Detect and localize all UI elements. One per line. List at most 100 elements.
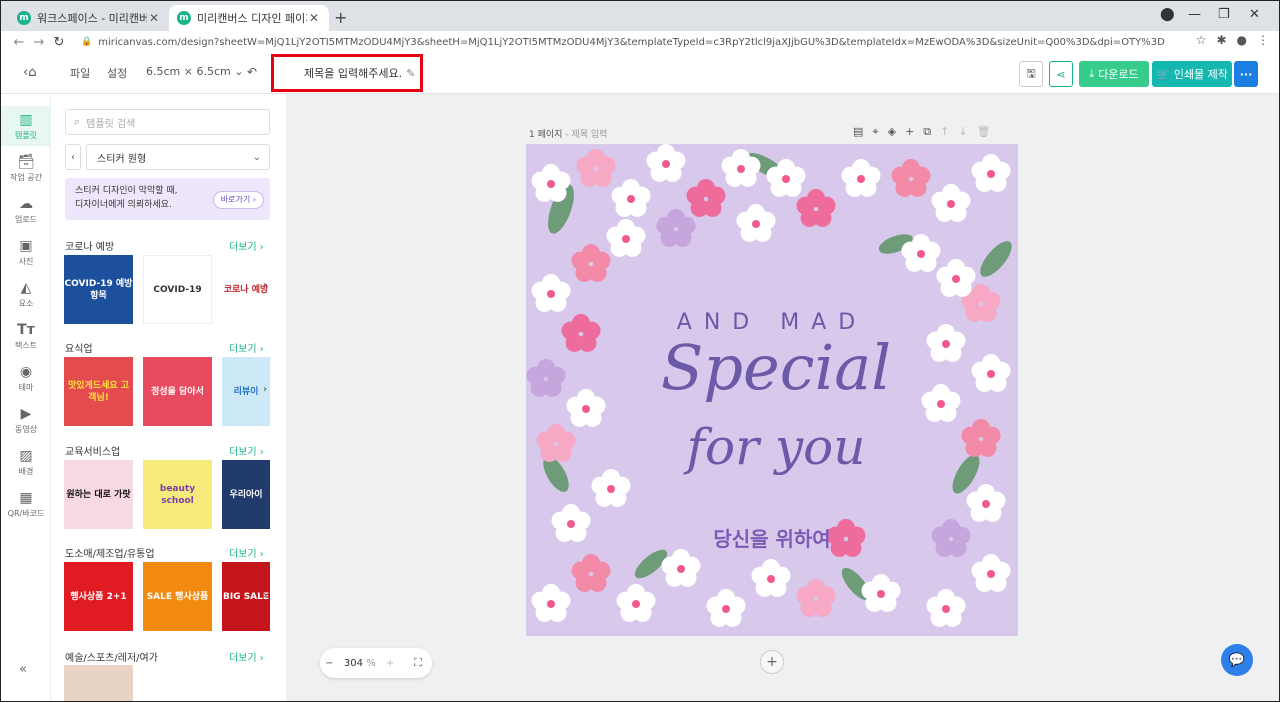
extensions-icon[interactable]: ✱ <box>1216 33 1226 47</box>
upload-icon: ☁ <box>19 196 33 212</box>
forward-arrow-icon[interactable]: → <box>29 35 49 50</box>
browser-tab-workspace[interactable]: m 워크스페이스 - 미리캔버스 ✕ <box>9 5 169 31</box>
carousel-next-icon[interactable]: › <box>263 487 267 498</box>
more-dots-icon: ··· <box>1239 67 1253 81</box>
eyedropper-icon[interactable]: ⌖ <box>872 125 878 139</box>
reload-icon[interactable]: ↻ <box>49 35 69 50</box>
duplicate-page-icon[interactable]: ⧉ <box>923 125 931 139</box>
document-title-field[interactable]: 제목을 입력해주세요. ✎ <box>271 54 423 92</box>
chat-support-button[interactable]: 💬 <box>1221 644 1253 676</box>
editor-workspace: 1 페이지 - 제목 입력 ▤ ⌖ ◈ + ⧉ ↑ ↓ 🗑 AND MAD Sp… <box>286 94 1279 701</box>
section-title: 요식업 <box>65 344 93 355</box>
section-more-link[interactable]: 더보기 › <box>229 545 264 560</box>
move-up-icon[interactable]: ↑ <box>940 125 949 139</box>
undo-icon[interactable]: ↶ <box>247 65 257 79</box>
save-icon: 🖫 <box>1026 66 1036 80</box>
settings-menu[interactable]: 설정 <box>107 65 127 81</box>
section-more-link[interactable]: 더보기 › <box>229 649 264 664</box>
rail-item-theme[interactable]: ◉ 테마 <box>1 364 51 393</box>
chevron-down-icon: ⌄ <box>234 65 244 78</box>
canvas-size-menu[interactable]: 6.5cm × 6.5cm ⌄ <box>146 65 243 78</box>
new-tab-icon[interactable]: + <box>334 8 347 27</box>
template-thumb[interactable]: 정성을 담아서 <box>143 357 212 426</box>
close-tab-icon[interactable]: ✕ <box>147 11 161 25</box>
lock-icon: 🔒 <box>81 37 93 47</box>
browser-menu-icon[interactable]: ⋮ <box>1257 33 1269 47</box>
design-headline-foryou[interactable]: for you <box>683 418 866 476</box>
page-number: 1 페이지 <box>529 130 563 140</box>
page-memo-icon[interactable]: ▤ <box>853 125 863 139</box>
close-window-icon[interactable]: ✕ <box>1249 7 1260 22</box>
design-canvas[interactable]: AND MAD Special for you 당신을 위하여 <box>526 144 1018 636</box>
rail-item-qr[interactable]: ▦ QR/바코드 <box>1 490 51 519</box>
rail-item-workspace[interactable]: 🗃 작업 공간 <box>1 154 51 183</box>
template-thumb[interactable] <box>64 665 133 701</box>
save-button[interactable]: 🖫 <box>1019 61 1043 87</box>
browser-tab-design[interactable]: m 미리캔버스 디자인 페이지 ✕ <box>169 5 329 31</box>
template-thumb[interactable]: 맛있게드세요 고객님! <box>64 357 133 426</box>
template-thumb[interactable] <box>143 665 212 701</box>
zoom-in-icon[interactable]: + <box>386 658 394 669</box>
carousel-next-icon[interactable]: › <box>263 384 267 395</box>
template-thumb[interactable]: 원하는 대로 가랏 <box>64 460 133 529</box>
account-icon[interactable]: ● <box>1237 33 1247 47</box>
template-thumb[interactable] <box>222 665 270 701</box>
close-tab-icon[interactable]: ✕ <box>307 11 321 25</box>
rail-item-background[interactable]: ▨ 배경 <box>1 448 51 477</box>
rail-item-video[interactable]: ▶ 동영상 <box>1 406 51 435</box>
design-headline-special[interactable]: Special <box>661 331 891 404</box>
screen: m 워크스페이스 - 미리캔버스 ✕ m 미리캔버스 디자인 페이지 ✕ + ⬤… <box>0 0 1280 702</box>
promo-shortcut-button[interactable]: 바로가기 › <box>212 191 264 209</box>
designer-promo-banner: 스티커 디자인이 막막할 때, 디자이너에게 의뢰하세요. 바로가기 › <box>65 178 270 220</box>
print-order-button[interactable]: 🛒 인쇄물 제작 <box>1152 61 1232 87</box>
template-thumb[interactable]: beauty school <box>143 460 212 529</box>
zoom-value[interactable]: 304 <box>344 658 363 669</box>
back-arrow-icon[interactable]: ← <box>9 35 29 50</box>
minimize-icon[interactable]: — <box>1188 7 1201 22</box>
download-button[interactable]: ⤓ 다운로드 <box>1079 61 1149 87</box>
address-actions: ☆ ✱ ● ⋮ <box>1196 33 1269 47</box>
profile-menu-icon[interactable]: ⬤ <box>1160 7 1175 22</box>
section-more-link[interactable]: 더보기 › <box>229 340 264 355</box>
move-down-icon[interactable]: ↓ <box>958 125 967 139</box>
rail-item-upload[interactable]: ☁ 업로드 <box>1 196 51 225</box>
workspace-icon: 🗃 <box>17 154 35 170</box>
fit-screen-button[interactable]: ⛶ <box>404 648 432 678</box>
category-select[interactable]: 스티커 원형 ⌄ <box>86 144 270 170</box>
template-thumb[interactable]: COVID-19 예방항목 <box>64 255 133 324</box>
carousel-next-icon[interactable]: › <box>263 590 267 601</box>
add-page-icon[interactable]: + <box>905 125 914 139</box>
browser-tabbar: m 워크스페이스 - 미리캔버스 ✕ m 미리캔버스 디자인 페이지 ✕ + ⬤… <box>1 1 1279 31</box>
home-icon[interactable]: ‹⌂ <box>23 65 36 80</box>
carousel-next-icon[interactable]: › <box>263 280 267 291</box>
bookmark-star-icon[interactable]: ☆ <box>1196 33 1207 47</box>
rail-item-text[interactable]: Tт 텍스트 <box>1 322 51 351</box>
section-more-link[interactable]: 더보기 › <box>229 443 264 458</box>
template-thumb[interactable]: 행사상품 2+1 <box>64 562 133 631</box>
restore-icon[interactable]: ❐ <box>1218 7 1230 22</box>
delete-page-icon[interactable]: 🗑 <box>977 125 991 139</box>
page-label: 1 페이지 - 제목 입력 <box>529 130 608 140</box>
tab-title: 워크스페이스 - 미리캔버스 <box>37 12 147 25</box>
zoom-out-icon[interactable]: − <box>325 658 333 669</box>
template-thumb[interactable]: SALE 행사상품 <box>143 562 212 631</box>
file-menu[interactable]: 파일 <box>70 65 90 81</box>
more-label: 더보기 <box>229 653 257 664</box>
url-field[interactable]: 🔒 miricanvas.com/design?sheetW=MjQ1LjY2O… <box>81 33 1165 51</box>
text-icon: Tт <box>17 322 35 338</box>
template-icon: ▥ <box>19 112 33 128</box>
rail-item-photo[interactable]: ▣ 사진 <box>1 238 51 267</box>
more-button[interactable]: ··· <box>1234 61 1258 87</box>
rail-item-template[interactable]: ▥ 템플릿 <box>1 106 51 146</box>
section-more-link[interactable]: 더보기 › <box>229 238 264 253</box>
collapse-panel-icon[interactable]: « <box>19 662 27 677</box>
fill-icon[interactable]: ◈ <box>888 125 896 139</box>
category-back-button[interactable]: ‹ <box>65 144 81 170</box>
template-search-input[interactable]: ⌕ 템플릿 검색 <box>65 109 270 135</box>
template-thumb[interactable]: COVID-19 <box>143 255 212 324</box>
design-korean-text[interactable]: 당신을 위하여 <box>713 527 830 551</box>
add-page-button[interactable]: + <box>760 650 784 674</box>
share-button[interactable]: ⋖ <box>1049 61 1073 87</box>
rail-item-elements[interactable]: ◭ 요소 <box>1 280 51 309</box>
page-title-input[interactable]: 제목 입력 <box>571 130 607 140</box>
